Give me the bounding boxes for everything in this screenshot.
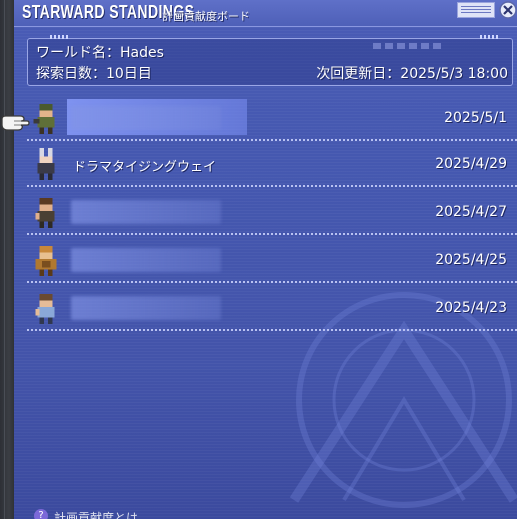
world-name: ワールド名：Hades (36, 45, 164, 61)
obscured-player-name (71, 296, 221, 320)
window-toggle-icon[interactable] (457, 2, 495, 18)
ranking-row[interactable]: ドラマタイジングウェイ 2025/4/29 (27, 143, 517, 187)
standings-panel: STARWARD STANDINGS 計画貢献度ボード ワールド名：Hades … (14, 0, 517, 519)
contribution-date: 2025/4/23 (435, 300, 507, 316)
world-info-box: ワールド名：Hades 探索日数：10日目 次回更新日：2025/5/3 18:… (27, 35, 513, 86)
help-badge-icon: ? (34, 509, 48, 519)
contribution-date: 2025/4/25 (435, 252, 507, 268)
contribution-date: 2025/4/29 (435, 156, 507, 172)
pointer-hand-icon (1, 115, 30, 131)
player-name: ドラマタイジングウェイ (73, 160, 217, 175)
soldier-sprite-icon (33, 104, 55, 134)
window-subtitle: 計画貢献度ボード (162, 10, 250, 23)
rabbit-sprite-icon (37, 148, 55, 180)
ranking-row[interactable]: 2025/5/1 (27, 97, 517, 141)
close-icon[interactable] (498, 0, 517, 20)
obscured-player-name (71, 200, 221, 224)
next-update-time: 次回更新日：2025/5/3 18:00 (316, 66, 508, 82)
obscured-player-name (71, 248, 221, 272)
pilot-sprite-icon (35, 198, 55, 228)
obscured-player-name (71, 106, 221, 130)
ranking-row[interactable]: 2025/4/25 (27, 239, 517, 283)
help-link-label: 計画貢献度とは (54, 511, 139, 519)
contribution-date: 2025/4/27 (435, 204, 507, 220)
title-bar: STARWARD STANDINGS 計画貢献度ボード (14, 0, 517, 27)
help-link[interactable]: ? 計画貢献度とは (34, 509, 138, 519)
ranking-row[interactable]: 2025/4/23 (27, 287, 517, 331)
armored-sprite-icon (35, 246, 57, 276)
contribution-date: 2025/5/1 (444, 110, 507, 126)
ranking-row[interactable]: 2025/4/27 (27, 191, 517, 235)
exploration-days: 探索日数：10日目 (36, 66, 152, 82)
scout-sprite-icon (35, 294, 55, 324)
